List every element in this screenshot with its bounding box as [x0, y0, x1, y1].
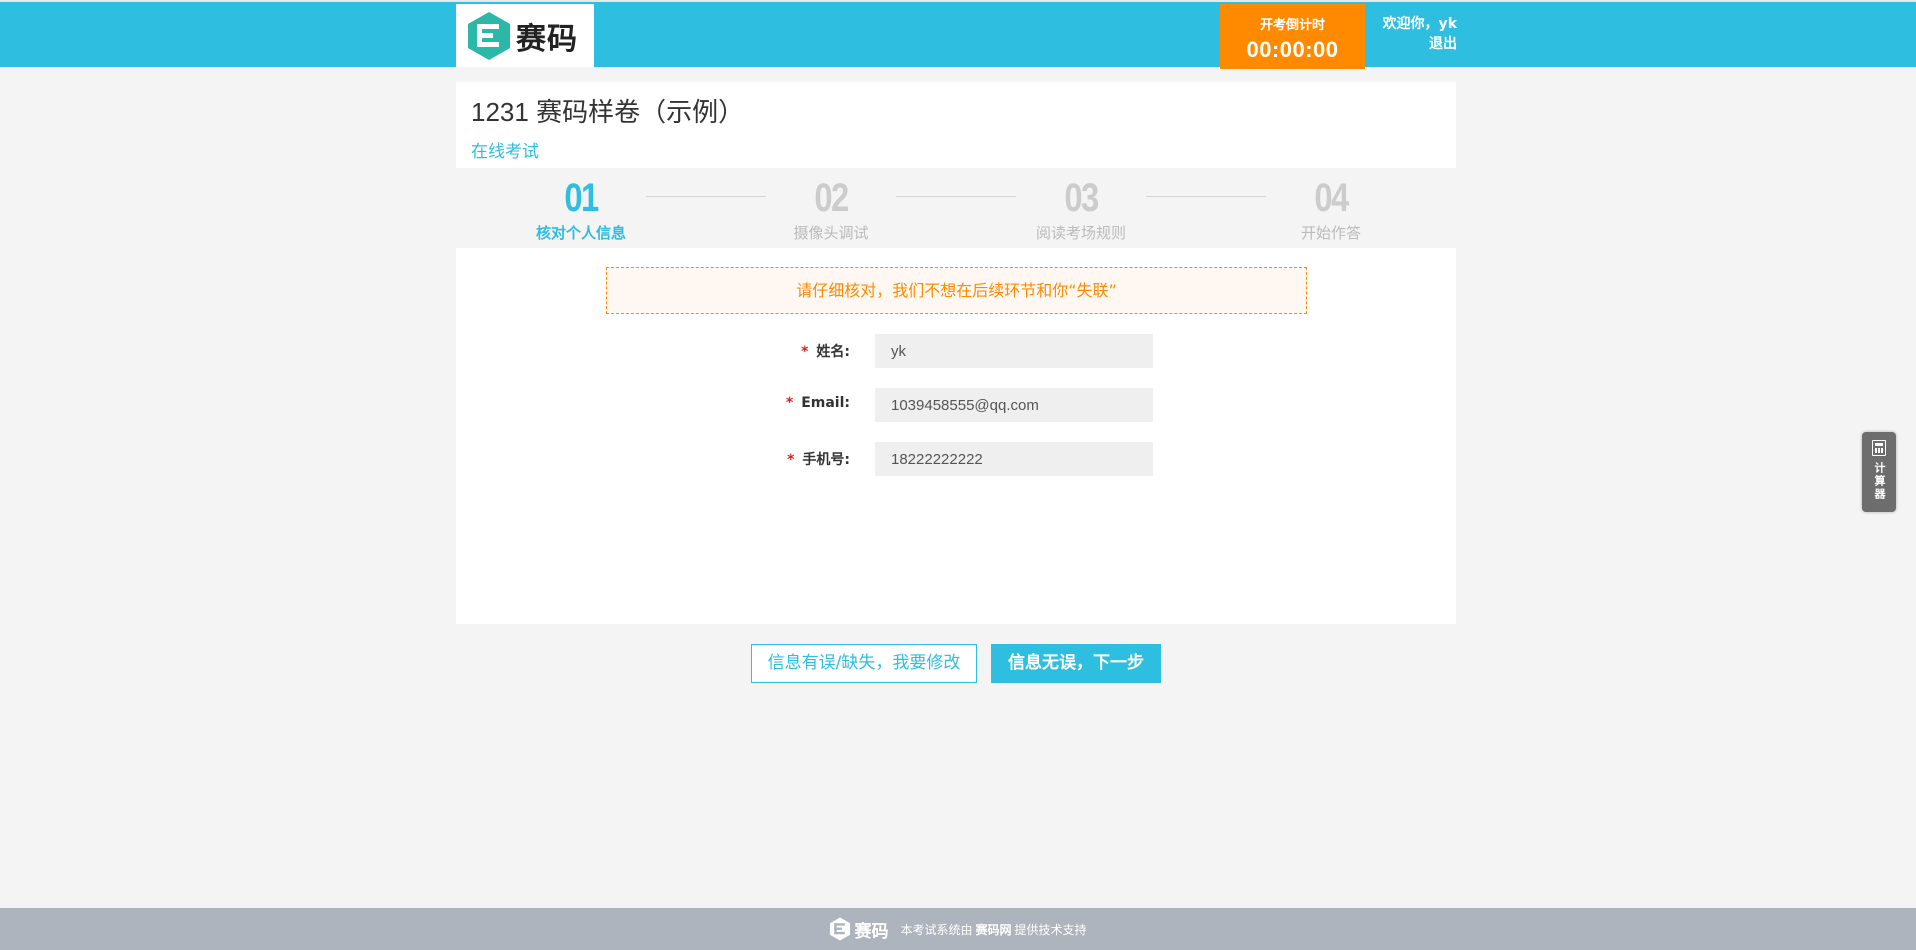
step-label: 核对个人信息 — [535, 224, 626, 242]
step-divider — [896, 196, 1016, 197]
form-row-phone: * 手机号: — [456, 442, 1456, 476]
step-number: 02 — [814, 176, 849, 220]
timer-label: 开考倒计时 — [1259, 18, 1325, 33]
email-field[interactable] — [875, 388, 1153, 422]
email-label: * Email: — [786, 395, 850, 411]
calculator-button[interactable]: 计算器 — [1862, 432, 1896, 512]
required-mark: * — [801, 344, 809, 360]
footer-logo-text: 赛码 — [854, 921, 889, 942]
step-label: 开始作答 — [1300, 224, 1361, 242]
welcome-text: 欢迎你，yk — [1382, 16, 1457, 32]
exam-subtitle: 在线考试 — [471, 142, 539, 162]
step-number: 01 — [564, 176, 599, 220]
phone-label-text: 手机号: — [802, 452, 850, 468]
footer-text-before: 本考试系统由 — [900, 922, 973, 937]
logo[interactable]: 赛码 — [456, 4, 594, 67]
step-4: 04 开始作答 — [1261, 176, 1401, 243]
exam-title: 1231 赛码样卷（示例） — [471, 97, 745, 127]
logout-link[interactable]: 退出 — [1370, 34, 1457, 54]
footer-brand-link[interactable]: 赛码网 — [975, 921, 1011, 938]
form-row-email: * Email: — [456, 388, 1456, 422]
name-field[interactable] — [875, 334, 1153, 368]
step-number: 03 — [1064, 176, 1099, 220]
calculator-icon — [1872, 440, 1886, 456]
user-info: 欢迎你，yk 退出 — [1370, 14, 1457, 54]
countdown-timer: 开考倒计时 00:00:00 — [1220, 4, 1365, 69]
top-header: 赛码 开考倒计时 00:00:00 欢迎你，yk 退出 — [0, 0, 1916, 69]
form-row-name: * 姓名: — [456, 334, 1456, 368]
footer-logo: 赛码 — [829, 917, 888, 942]
exam-title-panel: 1231 赛码样卷（示例） 在线考试 — [456, 82, 1456, 168]
step-progress: 01 核对个人信息 02 摄像头调试 03 阅读考场规则 04 开始作答 — [456, 172, 1456, 247]
step-label: 摄像头调试 — [793, 224, 869, 242]
info-check-panel: 请仔细核对，我们不想在后续环节和你“失联” * 姓名: * Email: * 手机号: — [456, 248, 1456, 624]
edit-info-button[interactable]: 信息有误/缺失，我要修改 — [751, 644, 977, 683]
required-mark: * — [785, 395, 794, 411]
phone-field[interactable] — [875, 442, 1153, 476]
step-label: 阅读考场规则 — [1035, 224, 1126, 242]
phone-label: * 手机号: — [787, 449, 850, 469]
name-label-text: 姓名: — [816, 344, 850, 360]
footer: 赛码 本考试系统由 赛码网 提供技术支持 — [0, 908, 1916, 950]
calculator-label: 计算器 — [1873, 462, 1886, 501]
step-3: 03 阅读考场规则 — [1011, 176, 1151, 243]
step-number: 04 — [1314, 176, 1349, 220]
step-divider — [1146, 196, 1266, 197]
required-mark: * — [787, 452, 795, 468]
footer-text-after: 提供技术支持 — [1014, 922, 1087, 937]
step-divider — [646, 196, 766, 197]
next-step-button[interactable]: 信息无误，下一步 — [991, 644, 1161, 683]
footer-logo-icon — [830, 917, 851, 941]
notice-banner: 请仔细核对，我们不想在后续环节和你“失联” — [606, 267, 1307, 314]
email-label-text: Email: — [801, 395, 850, 411]
logo-text: 赛码 — [516, 21, 578, 57]
step-2: 02 摄像头调试 — [761, 176, 901, 243]
step-1: 01 核对个人信息 — [511, 176, 651, 243]
name-label: * 姓名: — [801, 341, 850, 361]
logo-icon — [468, 11, 510, 60]
timer-value: 00:00:00 — [1246, 37, 1339, 62]
